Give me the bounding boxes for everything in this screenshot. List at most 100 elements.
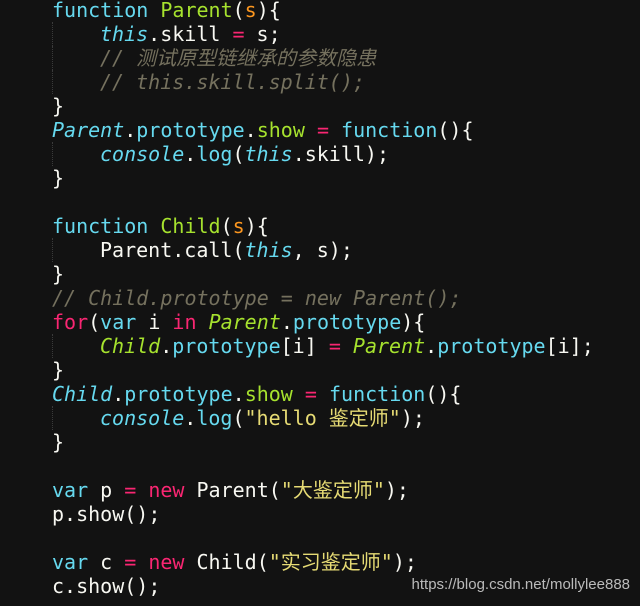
indent-guide xyxy=(52,406,100,430)
code-token: [i]; xyxy=(545,334,594,358)
code-token: , s); xyxy=(292,238,353,262)
code-token: new xyxy=(148,550,185,574)
code-token: = xyxy=(304,382,317,406)
code-line: } xyxy=(52,430,594,454)
code-token: p xyxy=(88,478,125,502)
code-token: . xyxy=(184,142,197,166)
code-token: c.show(); xyxy=(52,574,161,598)
code-line: Parent.call(this, s); xyxy=(52,238,594,262)
code-token: ){ xyxy=(256,0,281,22)
indent-guide xyxy=(52,238,100,262)
code-line: p.show(); xyxy=(52,502,594,526)
code-token: this xyxy=(244,142,293,166)
code-token: Parent xyxy=(160,0,233,22)
code-token: prototype xyxy=(124,382,233,406)
code-token: ( xyxy=(220,214,233,238)
code-token: [i] xyxy=(280,334,329,358)
code-token: ( xyxy=(232,142,245,166)
indent-guide xyxy=(52,142,100,166)
indent-guide xyxy=(52,334,100,358)
code-token: Parent( xyxy=(184,478,281,502)
code-line: console.log(this.skill); xyxy=(52,142,594,166)
code-line: } xyxy=(52,166,594,190)
code-token: function xyxy=(52,214,161,238)
code-token: console xyxy=(100,406,185,430)
code-token: Child xyxy=(100,334,161,358)
indent-guide xyxy=(52,22,100,46)
code-token: = xyxy=(316,118,329,142)
code-line: // Child.prototype = new Parent(); xyxy=(52,286,594,310)
code-token: c xyxy=(88,550,125,574)
code-token: } xyxy=(52,166,65,190)
code-line: Child.prototype.show = function(){ xyxy=(52,382,594,406)
code-token: show xyxy=(256,118,305,142)
code-token: function xyxy=(52,0,161,22)
code-token: Child( xyxy=(184,550,269,574)
code-token: for xyxy=(52,310,89,334)
code-token: } xyxy=(52,262,65,286)
code-token: . xyxy=(232,382,245,406)
code-token: Child xyxy=(160,214,221,238)
code-line: console.log("hello 鉴定师"); xyxy=(52,406,594,430)
code-line: function Child(s){ xyxy=(52,214,594,238)
watermark: https://blog.csdn.net/mollylee888 xyxy=(411,576,630,593)
code-token: ); xyxy=(400,406,425,430)
code-token: = xyxy=(328,334,341,358)
code-token: i xyxy=(136,310,173,334)
code-line: } xyxy=(52,94,594,118)
code-token: "大鉴定师" xyxy=(280,478,385,502)
code-token: .skill); xyxy=(292,142,390,166)
code-editor[interactable]: function Parent(s){this.skill = s;// 测试原… xyxy=(52,0,594,598)
code-token: prototype xyxy=(437,334,546,358)
code-token: p.show(); xyxy=(52,502,161,526)
code-token: s; xyxy=(244,22,281,46)
code-token: log xyxy=(196,406,233,430)
code-token: . xyxy=(184,406,197,430)
code-token: in xyxy=(172,310,197,334)
code-token: .skill xyxy=(148,22,233,46)
code-token: . xyxy=(112,382,125,406)
code-token: show xyxy=(244,382,293,406)
code-line: Parent.prototype.show = function(){ xyxy=(52,118,594,142)
code-line: this.skill = s; xyxy=(52,22,594,46)
code-token: // Child.prototype = new Parent(); xyxy=(52,286,462,310)
code-token: ){ xyxy=(401,310,426,334)
code-token: var xyxy=(100,310,137,334)
code-line: function Parent(s){ xyxy=(52,0,594,22)
code-token: log xyxy=(196,142,233,166)
code-token: ); xyxy=(384,478,409,502)
code-token: (){ xyxy=(437,118,474,142)
code-token: = xyxy=(232,22,245,46)
code-token: } xyxy=(52,430,65,454)
code-line: for(var i in Parent.prototype){ xyxy=(52,310,594,334)
code-token: ( xyxy=(232,0,245,22)
code-token: Parent xyxy=(52,118,125,142)
code-token: ( xyxy=(88,310,101,334)
code-token: Parent.call( xyxy=(100,238,245,262)
code-token: "hello 鉴定师" xyxy=(244,406,401,430)
code-token: function xyxy=(341,118,438,142)
code-token: prototype xyxy=(292,310,402,334)
code-token: console xyxy=(100,142,185,166)
code-line: } xyxy=(52,358,594,382)
code-token: this xyxy=(100,22,149,46)
code-token: s xyxy=(244,0,257,22)
code-token: var xyxy=(52,550,89,574)
code-line: // this.skill.split(); xyxy=(52,70,594,94)
code-token: ( xyxy=(232,406,245,430)
code-token: . xyxy=(280,310,293,334)
code-token: Parent xyxy=(208,310,281,334)
code-token: s xyxy=(232,214,245,238)
code-token: } xyxy=(52,94,65,118)
